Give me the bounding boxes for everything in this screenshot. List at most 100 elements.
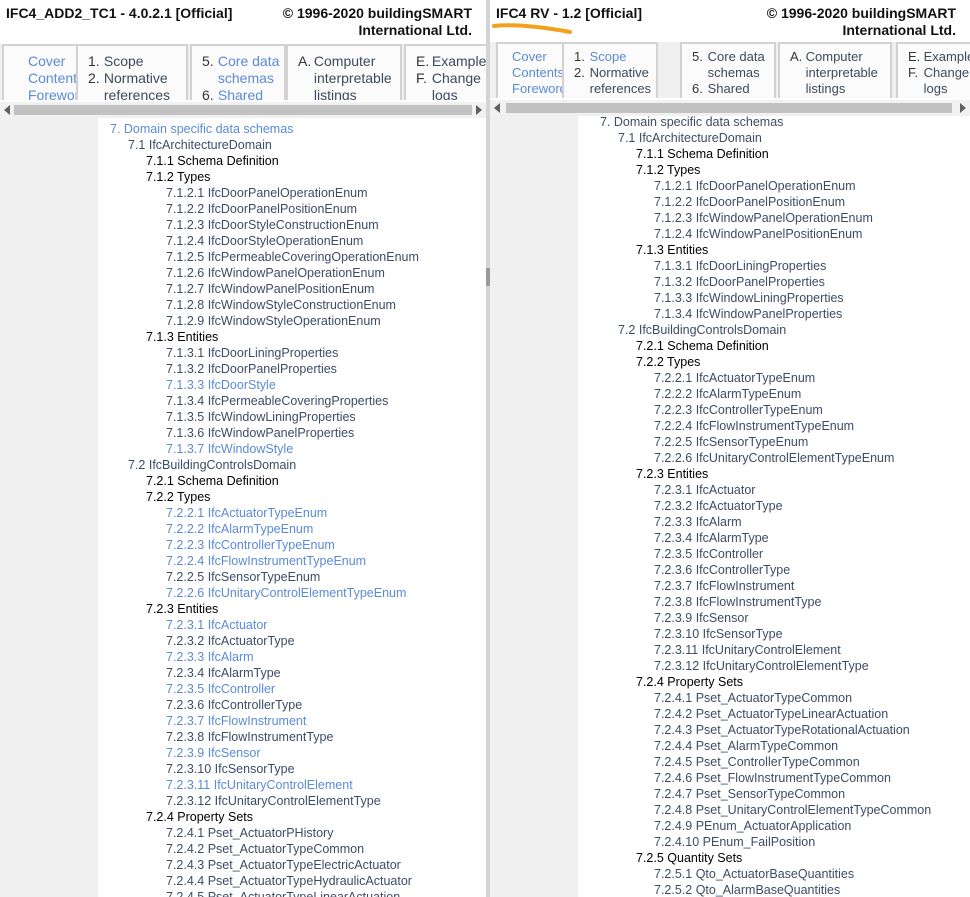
right-scrollbar-thumb[interactable] bbox=[506, 103, 952, 113]
right-toc-item-7-2-4-4-pset-alarmtypecommon[interactable]: 7.2.4.4 Pset_AlarmTypeCommon bbox=[654, 738, 838, 754]
left-toc-item-7-2-3-12-ifcunitarycontrolelementtype[interactable]: 7.2.3.12 IfcUnitaryControlElementType bbox=[166, 793, 381, 809]
right-toc-item-7-1-ifcarchitecturedomain[interactable]: 7.1 IfcArchitectureDomain bbox=[618, 130, 762, 146]
right-toc-item-7-2-3-12-ifcunitarycontrolelementtype[interactable]: 7.2.3.12 IfcUnitaryControlElementType bbox=[654, 658, 869, 674]
right-toc-item-7-2-4-7-pset-sensortypecommon[interactable]: 7.2.4.7 Pset_SensorTypeCommon bbox=[654, 786, 845, 802]
right-nav-link-scope[interactable]: 1. Scope bbox=[574, 49, 627, 65]
scroll-left-arrow-icon[interactable] bbox=[4, 105, 10, 115]
right-toc-item-7-1-2-4-ifcwindowpanelpositionenum[interactable]: 7.1.2.4 IfcWindowPanelPositionEnum bbox=[654, 226, 862, 242]
left-nav-link-schemas[interactable]: schemas bbox=[202, 70, 274, 87]
right-toc-item-7-2-2-6-ifcunitarycontrolelementtypeenum[interactable]: 7.2.2.6 IfcUnitaryControlElementTypeEnum bbox=[654, 450, 894, 466]
left-nav-link-change[interactable]: F. Change bbox=[416, 70, 481, 87]
left-toc-item-7-2-4-3-pset-actuatortypeelectricactuator[interactable]: 7.2.4.3 Pset_ActuatorTypeElectricActuato… bbox=[166, 857, 401, 873]
right-nav-link-references[interactable]: references bbox=[574, 81, 651, 97]
left-toc-item-7-2-2-5-ifcsensortypeenum[interactable]: 7.2.2.5 IfcSensorTypeEnum bbox=[166, 569, 320, 585]
left-toc-item-7-1-3-5-ifcwindowliningproperties[interactable]: 7.1.3.5 IfcWindowLiningProperties bbox=[166, 409, 356, 425]
right-toc-item-7-2-4-9-penum-actuatorapplication[interactable]: 7.2.4.9 PEnum_ActuatorApplication bbox=[654, 818, 851, 834]
right-toc-item-7-2-4-5-pset-controllertypecommon[interactable]: 7.2.4.5 Pset_ControllerTypeCommon bbox=[654, 754, 860, 770]
left-toc-item-7-2-2-1-ifcactuatortypeenum[interactable]: 7.2.2.1 IfcActuatorTypeEnum bbox=[166, 505, 327, 521]
right-toc-item-7-2-3-5-ifccontroller[interactable]: 7.2.3.5 IfcController bbox=[654, 546, 763, 562]
right-toc-item-7-2-3-9-ifcsensor[interactable]: 7.2.3.9 IfcSensor bbox=[654, 610, 749, 626]
left-horizontal-scrollbar[interactable] bbox=[0, 102, 486, 118]
left-toc-item-7-2-2-2-ifcalarmtypeenum[interactable]: 7.2.2.2 IfcAlarmTypeEnum bbox=[166, 521, 313, 537]
left-toc-item-7-2-4-2-pset-actuatortypecommon[interactable]: 7.2.4.2 Pset_ActuatorTypeCommon bbox=[166, 841, 364, 857]
right-nav-link-alphabetical[interactable]: B. Alphabetical bbox=[790, 97, 876, 98]
right-nav-link-logs[interactable]: logs bbox=[908, 81, 948, 97]
right-toc-item-7-2-3-8-ifcflowinstrumenttype[interactable]: 7.2.3.8 IfcFlowInstrumentType bbox=[654, 594, 821, 610]
right-nav-link-shared[interactable]: 6. Shared bbox=[692, 81, 750, 97]
right-toc-item-7-2-3-3-ifcalarm[interactable]: 7.2.3.3 IfcAlarm bbox=[654, 514, 742, 530]
left-nav-link-core-data[interactable]: 5. Core data bbox=[202, 53, 279, 70]
left-toc-item-7-2-3-7-ifcflowinstrument[interactable]: 7.2.3.7 IfcFlowInstrument bbox=[166, 713, 306, 729]
right-toc-item-7-1-3-4-ifcwindowpanelproperties[interactable]: 7.1.3.4 IfcWindowPanelProperties bbox=[654, 306, 842, 322]
right-nav-link-listings[interactable]: listings bbox=[790, 81, 846, 97]
left-toc-item-7-2-3-2-ifcactuatortype[interactable]: 7.2.3.2 IfcActuatorType bbox=[166, 633, 295, 649]
right-toc-item-7-1-2-3-ifcwindowpaneloperationenum[interactable]: 7.1.2.3 IfcWindowPanelOperationEnum bbox=[654, 210, 873, 226]
left-toc-item-7-1-3-2-ifcdoorpanelproperties[interactable]: 7.1.3.2 IfcDoorPanelProperties bbox=[166, 361, 337, 377]
left-nav-link-example[interactable]: E. Example bbox=[416, 53, 486, 70]
left-toc-item-7-2-3-1-ifcactuator[interactable]: 7.2.3.1 IfcActuator bbox=[166, 617, 267, 633]
right-toc-item-7-2-4-8-pset-unitarycontrolelementtypecommon[interactable]: 7.2.4.8 Pset_UnitaryControlElementTypeCo… bbox=[654, 802, 931, 818]
left-toc-item-7-1-2-2-ifcdoorpanelpositionenum[interactable]: 7.1.2.2 IfcDoorPanelPositionEnum bbox=[166, 201, 357, 217]
right-toc-item-7-2-4-10-penum-failposition[interactable]: 7.2.4.10 PEnum_FailPosition bbox=[654, 834, 815, 850]
right-toc-item-7-2-4-6-pset-flowinstrumenttypecommon[interactable]: 7.2.4.6 Pset_FlowInstrumentTypeCommon bbox=[654, 770, 891, 786]
right-toc-item-7-domain-specific-data-schemas[interactable]: 7. Domain specific data schemas bbox=[600, 114, 783, 130]
right-nav-link-change[interactable]: F. Change bbox=[908, 65, 969, 81]
left-toc-item-7-2-4-5-pset-actuatortypelinearactuation[interactable]: 7.2.4.5 Pset_ActuatorTypeLinearActuation bbox=[166, 889, 400, 897]
left-toc-item-7-1-2-1-ifcdoorpaneloperationenum[interactable]: 7.1.2.1 IfcDoorPanelOperationEnum bbox=[166, 185, 368, 201]
right-nav-link-foreword[interactable]: Foreword bbox=[512, 81, 567, 97]
left-toc-item-7-2-3-8-ifcflowinstrumenttype[interactable]: 7.2.3.8 IfcFlowInstrumentType bbox=[166, 729, 333, 745]
right-toc-item-7-2-2-4-ifcflowinstrumenttypeenum[interactable]: 7.2.2.4 IfcFlowInstrumentTypeEnum bbox=[654, 418, 854, 434]
left-toc-item-7-1-2-8-ifcwindowstyleconstructionenum[interactable]: 7.1.2.8 IfcWindowStyleConstructionEnum bbox=[166, 297, 396, 313]
right-nav-link-examples[interactable]: E. Examples bbox=[908, 49, 970, 65]
left-toc-item-7-2-2-6-ifcunitarycontrolelementtypeenum[interactable]: 7.2.2.6 IfcUnitaryControlElementTypeEnum bbox=[166, 585, 406, 601]
right-nav-link-element[interactable]: element bbox=[692, 97, 754, 98]
right-toc-item-7-2-5-1-qto-actuatorbasequantities[interactable]: 7.2.5.1 Qto_ActuatorBaseQuantities bbox=[654, 866, 854, 882]
left-toc-item-7-1-2-5-ifcpermeablecoveringoperationenum[interactable]: 7.1.2.5 IfcPermeableCoveringOperationEnu… bbox=[166, 249, 419, 265]
left-toc-item-7-2-2-3-ifccontrollertypeenum[interactable]: 7.2.2.3 IfcControllerTypeEnum bbox=[166, 537, 335, 553]
left-toc-item-7-2-4-4-pset-actuatortypehydraulicactuator[interactable]: 7.2.4.4 Pset_ActuatorTypeHydraulicActuat… bbox=[166, 873, 412, 889]
left-toc-item-7-1-2-3-ifcdoorstyleconstructionenum[interactable]: 7.1.2.3 IfcDoorStyleConstructionEnum bbox=[166, 217, 379, 233]
right-toc-item-7-2-2-1-ifcactuatortypeenum[interactable]: 7.2.2.1 IfcActuatorTypeEnum bbox=[654, 370, 815, 386]
scroll-right-arrow-icon[interactable] bbox=[960, 103, 966, 113]
left-toc-item-7-1-3-6-ifcwindowpanelproperties[interactable]: 7.1.3.6 IfcWindowPanelProperties bbox=[166, 425, 354, 441]
right-toc-item-7-2-3-4-ifcalarmtype[interactable]: 7.2.3.4 IfcAlarmType bbox=[654, 530, 769, 546]
right-toc-item-7-2-3-6-ifccontrollertype[interactable]: 7.2.3.6 IfcControllerType bbox=[654, 562, 790, 578]
scroll-right-arrow-icon[interactable] bbox=[476, 105, 482, 115]
left-toc-item-7-2-3-3-ifcalarm[interactable]: 7.2.3.3 IfcAlarm bbox=[166, 649, 254, 665]
right-toc-item-7-2-ifcbuildingcontrolsdomain[interactable]: 7.2 IfcBuildingControlsDomain bbox=[618, 322, 786, 338]
left-toc-item-7-2-ifcbuildingcontrolsdomain[interactable]: 7.2 IfcBuildingControlsDomain bbox=[128, 457, 296, 473]
left-toc-item-7-1-3-7-ifcwindowstyle[interactable]: 7.1.3.7 IfcWindowStyle bbox=[166, 441, 293, 457]
right-toc-item-7-2-4-3-pset-actuatortyperotationalactuation[interactable]: 7.2.4.3 Pset_ActuatorTypeRotationalActua… bbox=[654, 722, 910, 738]
right-toc-item-7-2-3-1-ifcactuator[interactable]: 7.2.3.1 IfcActuator bbox=[654, 482, 755, 498]
right-toc-item-7-2-2-3-ifccontrollertypeenum[interactable]: 7.2.2.3 IfcControllerTypeEnum bbox=[654, 402, 823, 418]
right-nav-link-interpretable[interactable]: interpretable bbox=[790, 65, 878, 81]
left-toc-item-7-2-3-4-ifcalarmtype[interactable]: 7.2.3.4 IfcAlarmType bbox=[166, 665, 281, 681]
left-nav-link-references[interactable]: references bbox=[88, 87, 170, 100]
right-nav-link-normative[interactable]: 2. Normative bbox=[574, 65, 649, 81]
left-toc-item-7-2-4-1-pset-actuatorphistory[interactable]: 7.2.4.1 Pset_ActuatorPHistory bbox=[166, 825, 333, 841]
right-toc-item-7-1-2-2-ifcdoorpanelpositionenum[interactable]: 7.1.2.2 IfcDoorPanelPositionEnum bbox=[654, 194, 845, 210]
left-scrollbar-thumb[interactable] bbox=[14, 105, 472, 115]
left-nav-link-interpretable[interactable]: interpretable bbox=[298, 70, 392, 87]
right-toc-item-7-2-4-1-pset-actuatortypecommon[interactable]: 7.2.4.1 Pset_ActuatorTypeCommon bbox=[654, 690, 852, 706]
left-nav-link-scope[interactable]: 1. Scope bbox=[88, 53, 144, 70]
right-toc-item-7-1-3-3-ifcwindowliningproperties[interactable]: 7.1.3.3 IfcWindowLiningProperties bbox=[654, 290, 844, 306]
right-toc-item-7-2-3-7-ifcflowinstrument[interactable]: 7.2.3.7 IfcFlowInstrument bbox=[654, 578, 794, 594]
right-toc-item-7-2-5-2-qto-alarmbasequantities[interactable]: 7.2.5.2 Qto_AlarmBaseQuantities bbox=[654, 882, 840, 897]
right-nav-link-computer[interactable]: A. Computer bbox=[790, 49, 863, 65]
right-nav-link-contents[interactable]: Contents bbox=[512, 65, 564, 81]
right-toc-item-7-2-3-11-ifcunitarycontrolelement[interactable]: 7.2.3.11 IfcUnitaryControlElement bbox=[654, 642, 841, 658]
right-nav-link-cover[interactable]: Cover bbox=[512, 49, 547, 65]
right-toc-item-7-2-2-5-ifcsensortypeenum[interactable]: 7.2.2.5 IfcSensorTypeEnum bbox=[654, 434, 808, 450]
right-toc-item-7-2-3-2-ifcactuatortype[interactable]: 7.2.3.2 IfcActuatorType bbox=[654, 498, 783, 514]
left-toc-item-7-2-3-5-ifccontroller[interactable]: 7.2.3.5 IfcController bbox=[166, 681, 275, 697]
left-nav-link-logs[interactable]: logs bbox=[416, 87, 458, 100]
left-nav-link-shared[interactable]: 6. Shared bbox=[202, 87, 263, 100]
left-toc-item-7-1-2-4-ifcdoorstyleoperationenum[interactable]: 7.1.2.4 IfcDoorStyleOperationEnum bbox=[166, 233, 363, 249]
left-nav-link-normative[interactable]: 2. Normative bbox=[88, 70, 168, 87]
right-toc-item-7-1-3-2-ifcdoorpanelproperties[interactable]: 7.1.3.2 IfcDoorPanelProperties bbox=[654, 274, 825, 290]
left-toc-item-7-2-3-6-ifccontrollertype[interactable]: 7.2.3.6 IfcControllerType bbox=[166, 697, 302, 713]
left-toc-item-7-2-3-9-ifcsensor[interactable]: 7.2.3.9 IfcSensor bbox=[166, 745, 261, 761]
right-toc-item-7-2-4-2-pset-actuatortypelinearactuation[interactable]: 7.2.4.2 Pset_ActuatorTypeLinearActuation bbox=[654, 706, 888, 722]
right-toc-item-7-2-3-10-ifcsensortype[interactable]: 7.2.3.10 IfcSensorType bbox=[654, 626, 783, 642]
